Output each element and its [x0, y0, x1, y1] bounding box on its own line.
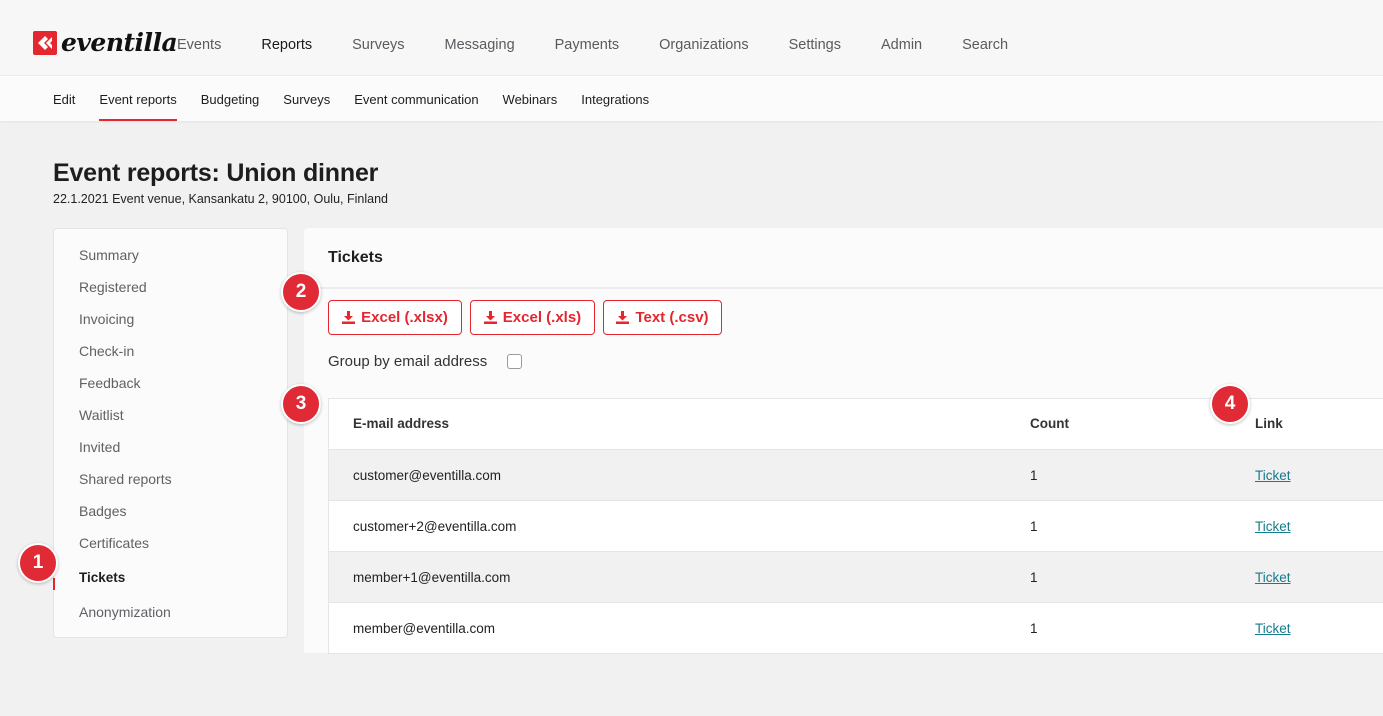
nav-payments[interactable]: Payments: [555, 36, 619, 54]
nav-messaging[interactable]: Messaging: [445, 36, 515, 54]
download-xls-button[interactable]: Excel (.xls): [470, 300, 595, 335]
row-count: 1: [1030, 468, 1038, 483]
download-icon: [483, 311, 497, 324]
subnav-integrations[interactable]: Integrations: [581, 92, 649, 122]
download-xls-label: Excel (.xls): [502, 309, 582, 326]
event-details: 22.1.2021 Event venue, Kansankatu 2, 901…: [53, 192, 388, 206]
nav-reports[interactable]: Reports: [261, 36, 312, 54]
sidebar-item-summary[interactable]: Summary: [79, 247, 139, 263]
ticket-link[interactable]: Ticket: [1255, 621, 1291, 637]
sidebar-item-certificates[interactable]: Certificates: [79, 535, 149, 551]
column-count[interactable]: Count: [1030, 416, 1069, 432]
table-row: customer@eventilla.com 1 Ticket: [329, 449, 1383, 500]
row-count: 1: [1030, 621, 1038, 636]
sidebar-item-invited[interactable]: Invited: [79, 439, 120, 455]
row-count: 1: [1030, 519, 1038, 534]
table-row: member+1@eventilla.com 1 Ticket: [329, 551, 1383, 602]
callout-badge-4: 4: [1210, 384, 1250, 424]
group-by-email-checkbox[interactable]: [507, 354, 522, 369]
sidebar-item-feedback[interactable]: Feedback: [79, 375, 140, 391]
row-email: customer+2@eventilla.com: [353, 519, 517, 534]
sidebar-item-check-in[interactable]: Check-in: [79, 343, 134, 359]
ticket-link[interactable]: Ticket: [1255, 519, 1291, 535]
column-link[interactable]: Link: [1255, 416, 1283, 432]
callout-badge-1: 1: [18, 543, 58, 583]
tickets-panel: Tickets Excel (.xlsx) Excel (.xls) Text …: [304, 228, 1383, 654]
table-row: member@eventilla.com 1 Ticket: [329, 602, 1383, 653]
row-email: customer@eventilla.com: [353, 468, 502, 483]
report-sidebar: Summary Registered Invoicing Check-in Fe…: [53, 228, 288, 638]
download-icon: [616, 311, 630, 324]
sidebar-item-anonymization[interactable]: Anonymization: [79, 604, 171, 620]
sidebar-item-badges[interactable]: Badges: [79, 503, 126, 519]
nav-search[interactable]: Search: [962, 36, 1008, 54]
row-count: 1: [1030, 570, 1038, 585]
page-title: Event reports: Union dinner: [53, 159, 379, 187]
sidebar-item-tickets[interactable]: Tickets: [79, 570, 125, 586]
subnav-event-reports[interactable]: Event reports: [99, 92, 178, 122]
download-xlsx-label: Excel (.xlsx): [361, 309, 448, 326]
ticket-link[interactable]: Ticket: [1255, 468, 1291, 484]
subnav-surveys[interactable]: Surveys: [283, 92, 330, 122]
tickets-table: E-mail address Count Link customer@event…: [328, 398, 1383, 654]
nav-admin[interactable]: Admin: [881, 36, 922, 54]
subnav-budgeting[interactable]: Budgeting: [201, 92, 260, 122]
callout-badge-2: 2: [281, 272, 321, 312]
column-email[interactable]: E-mail address: [353, 416, 449, 432]
sidebar-item-invoicing[interactable]: Invoicing: [79, 311, 134, 327]
panel-divider: [304, 287, 1383, 289]
sidebar-item-shared-reports[interactable]: Shared reports: [79, 471, 172, 487]
top-navigation: eventilla Events Reports Surveys Messagi…: [0, 0, 1383, 75]
ticket-link[interactable]: Ticket: [1255, 570, 1291, 586]
logo-mark-icon: [33, 31, 57, 55]
active-item-marker: [53, 578, 55, 590]
sidebar-item-waitlist[interactable]: Waitlist: [79, 407, 124, 423]
download-xlsx-button[interactable]: Excel (.xlsx): [328, 300, 462, 335]
nav-surveys[interactable]: Surveys: [352, 36, 404, 54]
panel-title: Tickets: [328, 249, 383, 266]
table-row: customer+2@eventilla.com 1 Ticket: [329, 500, 1383, 551]
eventilla-logo[interactable]: eventilla: [33, 28, 178, 57]
event-subnav: Edit Event reports Budgeting Surveys Eve…: [0, 75, 1383, 121]
subnav-event-communication[interactable]: Event communication: [354, 92, 478, 122]
logo-wordmark: eventilla: [61, 28, 178, 57]
nav-settings[interactable]: Settings: [789, 36, 841, 54]
row-email: member+1@eventilla.com: [353, 570, 511, 585]
download-csv-button[interactable]: Text (.csv): [603, 300, 722, 335]
row-email: member@eventilla.com: [353, 621, 496, 636]
download-csv-label: Text (.csv): [635, 309, 709, 326]
sidebar-item-registered[interactable]: Registered: [79, 279, 147, 295]
nav-events[interactable]: Events: [177, 36, 221, 54]
subnav-webinars[interactable]: Webinars: [503, 92, 558, 122]
nav-organizations[interactable]: Organizations: [659, 36, 748, 54]
subnav-edit[interactable]: Edit: [53, 92, 75, 122]
group-by-email-label: Group by email address: [328, 353, 488, 370]
callout-badge-3: 3: [281, 384, 321, 424]
download-icon: [342, 311, 356, 324]
